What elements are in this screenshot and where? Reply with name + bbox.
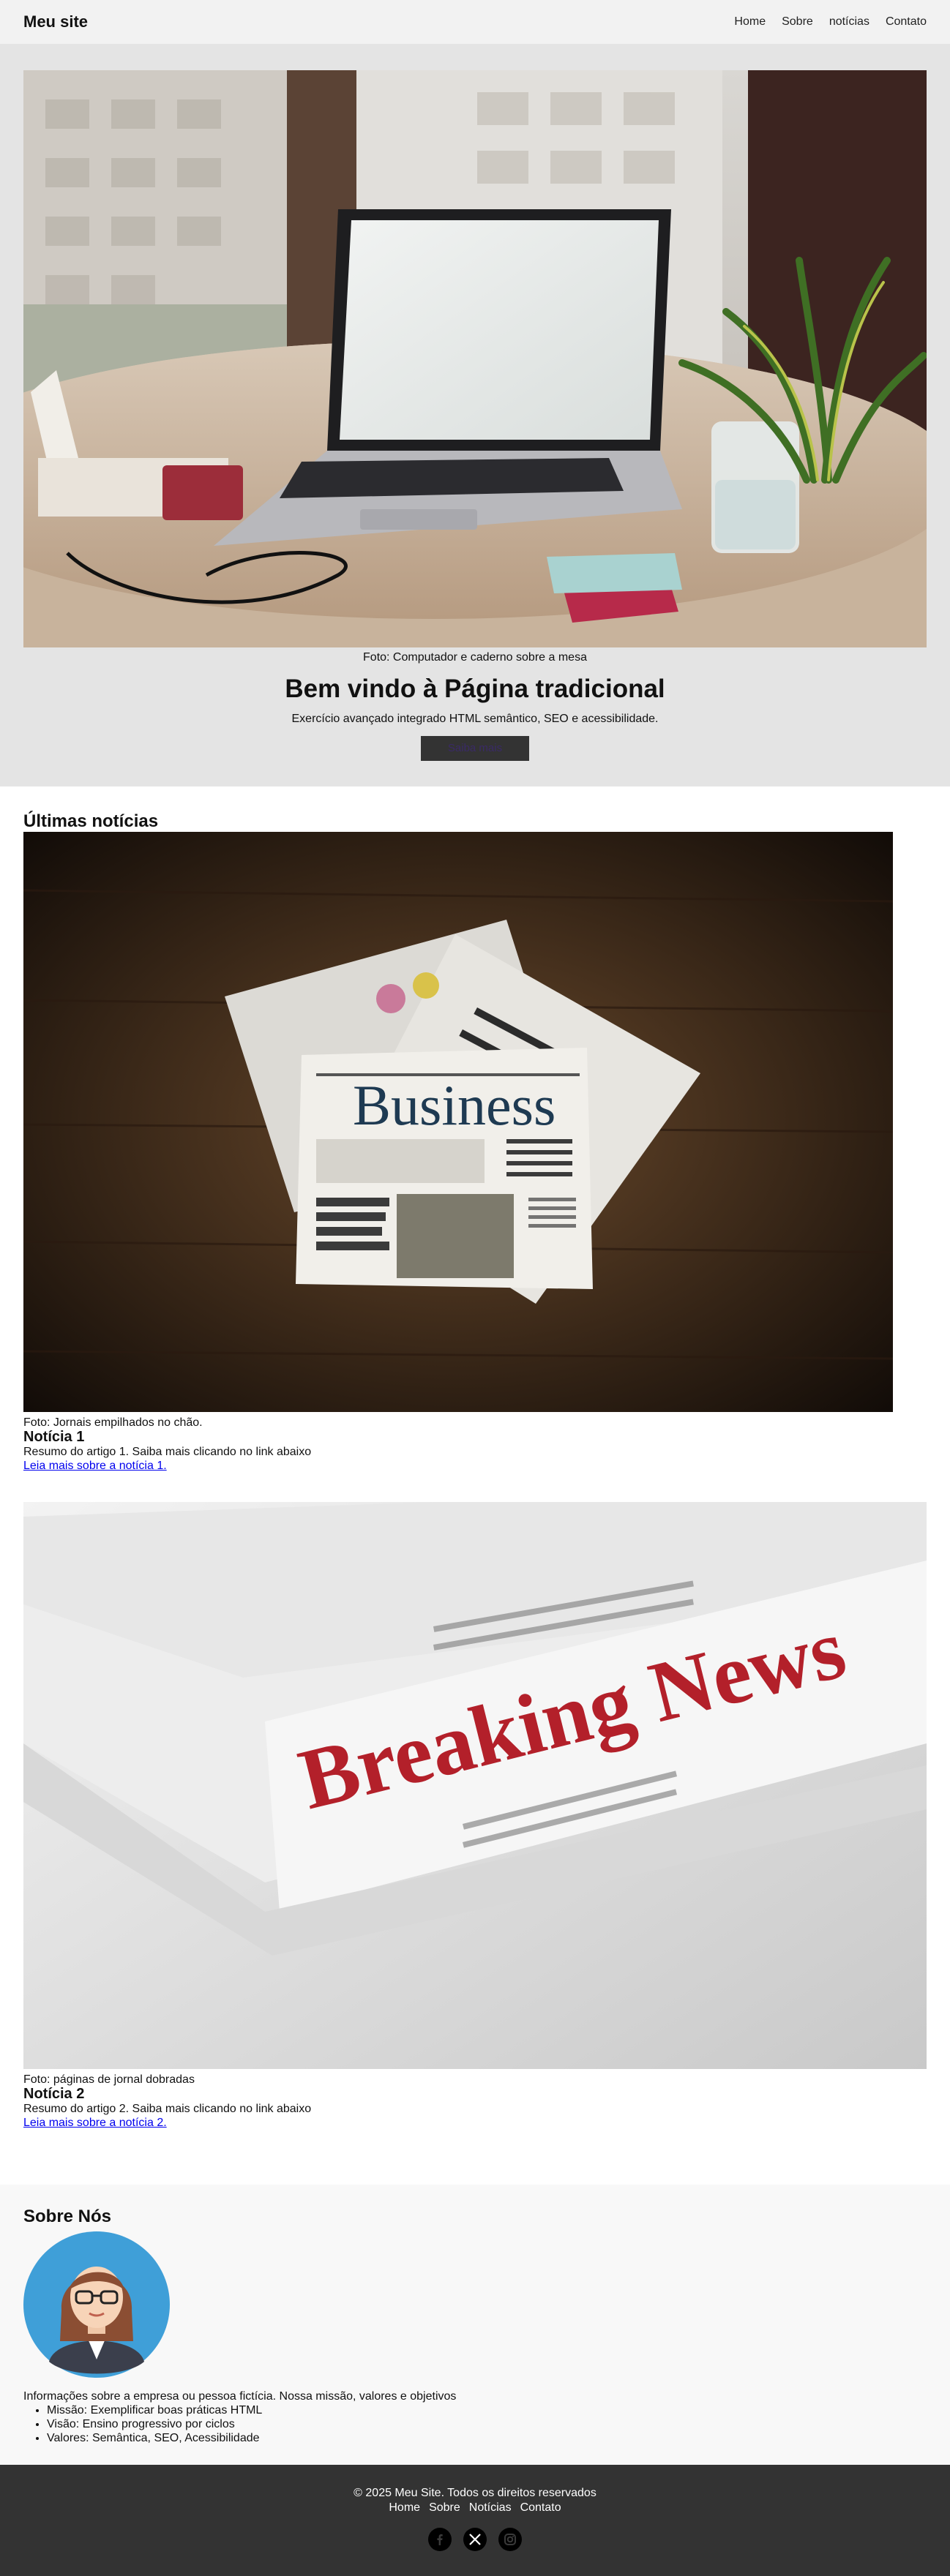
main-nav: Home Sobre notícias Contato xyxy=(734,15,927,29)
footer-link-contato[interactable]: Contato xyxy=(520,2501,561,2515)
instagram-icon[interactable] xyxy=(498,2528,522,2551)
news-article: Business Foto: Jornais empilhados no chã… xyxy=(23,832,927,1473)
news-article: Breaking News Foto: páginas de jornal do… xyxy=(23,1502,927,2130)
x-icon[interactable] xyxy=(463,2528,487,2551)
site-header: Meu site Home Sobre notícias Contato xyxy=(0,0,950,44)
nav-link-contato[interactable]: Contato xyxy=(886,15,927,29)
about-text: Informações sobre a empresa ou pessoa fi… xyxy=(23,2390,457,2403)
hero-caption: Foto: Computador e caderno sobre a mesa xyxy=(363,651,587,664)
newspaper-masthead: Business xyxy=(353,1073,556,1137)
article-caption: Foto: páginas de jornal dobradas xyxy=(23,2073,195,2086)
article-image: Business xyxy=(23,832,893,1412)
list-item: Visão: Ensino progressivo por ciclos xyxy=(47,2417,927,2431)
avatar xyxy=(23,2231,170,2378)
footer-nav: Home Sobre Notícias Contato xyxy=(0,2501,950,2515)
nav-link-noticias[interactable]: notícias xyxy=(829,15,869,29)
footer-copyright: © 2025 Meu Site. Todos os direitos reser… xyxy=(354,2487,596,2499)
facebook-icon[interactable] xyxy=(428,2528,452,2551)
footer-link-noticias[interactable]: Notícias xyxy=(469,2501,512,2515)
about-values-list: Missão: Exemplificar boas práticas HTML … xyxy=(23,2403,927,2445)
article-image: Breaking News xyxy=(23,1502,927,2069)
hero-section: Foto: Computador e caderno sobre a mesa … xyxy=(0,44,950,786)
nav-link-home[interactable]: Home xyxy=(734,15,766,29)
news-section-title: Últimas notícias xyxy=(23,811,159,831)
about-section: Sobre Nós Informações sobre a empresa ou… xyxy=(0,2185,950,2465)
list-item: Valores: Semântica, SEO, Acessibilidade xyxy=(47,2431,927,2445)
about-title: Sobre Nós xyxy=(23,2207,112,2226)
article-caption: Foto: Jornais empilhados no chão. xyxy=(23,1416,203,1429)
social-links xyxy=(0,2528,950,2551)
article-read-more-link[interactable]: Leia mais sobre a notícia 2. xyxy=(23,2116,167,2130)
site-footer: © 2025 Meu Site. Todos os direitos reser… xyxy=(0,2465,950,2576)
footer-link-sobre[interactable]: Sobre xyxy=(429,2501,460,2515)
article-title: Notícia 1 xyxy=(23,1429,85,1445)
article-title: Notícia 2 xyxy=(23,2086,85,2102)
footer-link-home[interactable]: Home xyxy=(389,2501,420,2515)
hero-cta-button[interactable]: Saiba mais xyxy=(421,736,529,761)
news-section: Últimas notícias Business Foto: Jornais … xyxy=(0,786,950,2130)
nav-link-sobre[interactable]: Sobre xyxy=(782,15,813,29)
list-item: Missão: Exemplificar boas práticas HTML xyxy=(47,2403,927,2417)
hero-image xyxy=(23,70,927,647)
article-summary: Resumo do artigo 1. Saiba mais clicando … xyxy=(23,1446,312,1458)
hero-subtitle: Exercício avançado integrado HTML semânt… xyxy=(291,713,659,725)
site-brand[interactable]: Meu site xyxy=(23,12,88,31)
article-read-more-link[interactable]: Leia mais sobre a notícia 1. xyxy=(23,1459,167,1473)
hero-title: Bem vindo à Página tradicional xyxy=(285,675,665,703)
article-summary: Resumo do artigo 2. Saiba mais clicando … xyxy=(23,2103,312,2115)
